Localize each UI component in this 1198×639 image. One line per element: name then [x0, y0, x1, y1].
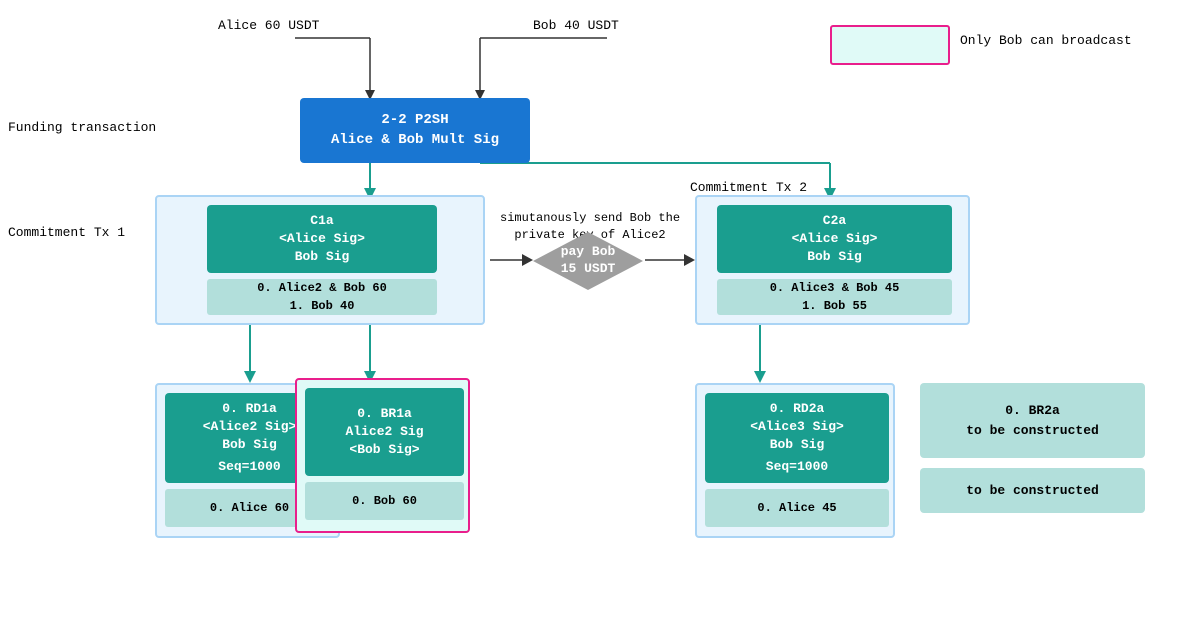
rd2a-wrapper: 0. RD2a <Alice3 Sig> Bob Sig Seq=1000 0.…	[695, 383, 895, 538]
c1a-outputs-box: 0. Alice2 & Bob 60 1. Bob 40	[207, 279, 437, 315]
commitment-tx1-label: Commitment Tx 1	[8, 225, 125, 240]
alice-input-label: Alice 60 USDT	[218, 18, 319, 33]
br1a-header-box: 0. BR1a Alice2 Sig <Bob Sig>	[305, 388, 464, 476]
diagram: Only Bob can broadcast Alice 60 USDT Bob…	[0, 0, 1198, 639]
legend-label: Only Bob can broadcast	[960, 33, 1132, 48]
rd2a-output-box: 0. Alice 45	[705, 489, 889, 527]
br1a-output-box: 0. Bob 60	[305, 482, 464, 520]
commitment-tx2-label: Commitment Tx 2	[690, 180, 807, 195]
commitment-tx2-wrapper: C2a <Alice Sig> Bob Sig 0. Alice3 & Bob …	[695, 195, 970, 325]
funding-box: 2-2 P2SH Alice & Bob Mult Sig	[300, 98, 530, 163]
funding-tx-label: Funding transaction	[8, 120, 156, 135]
br2a-output-box: to be constructed	[920, 468, 1145, 513]
legend-box	[830, 25, 950, 65]
c2a-header-box: C2a <Alice Sig> Bob Sig	[717, 205, 952, 273]
br2a-header-box: 0. BR2a to be constructed	[920, 383, 1145, 458]
rd2a-header-box: 0. RD2a <Alice3 Sig> Bob Sig Seq=1000	[705, 393, 889, 483]
c2a-outputs-box: 0. Alice3 & Bob 45 1. Bob 55	[717, 279, 952, 315]
c1a-header-box: C1a <Alice Sig> Bob Sig	[207, 205, 437, 273]
bob-input-label: Bob 40 USDT	[533, 18, 619, 33]
br1a-wrapper: 0. BR1a Alice2 Sig <Bob Sig> 0. Bob 60	[295, 378, 470, 533]
commitment-tx1-wrapper: C1a <Alice Sig> Bob Sig 0. Alice2 & Bob …	[155, 195, 485, 325]
